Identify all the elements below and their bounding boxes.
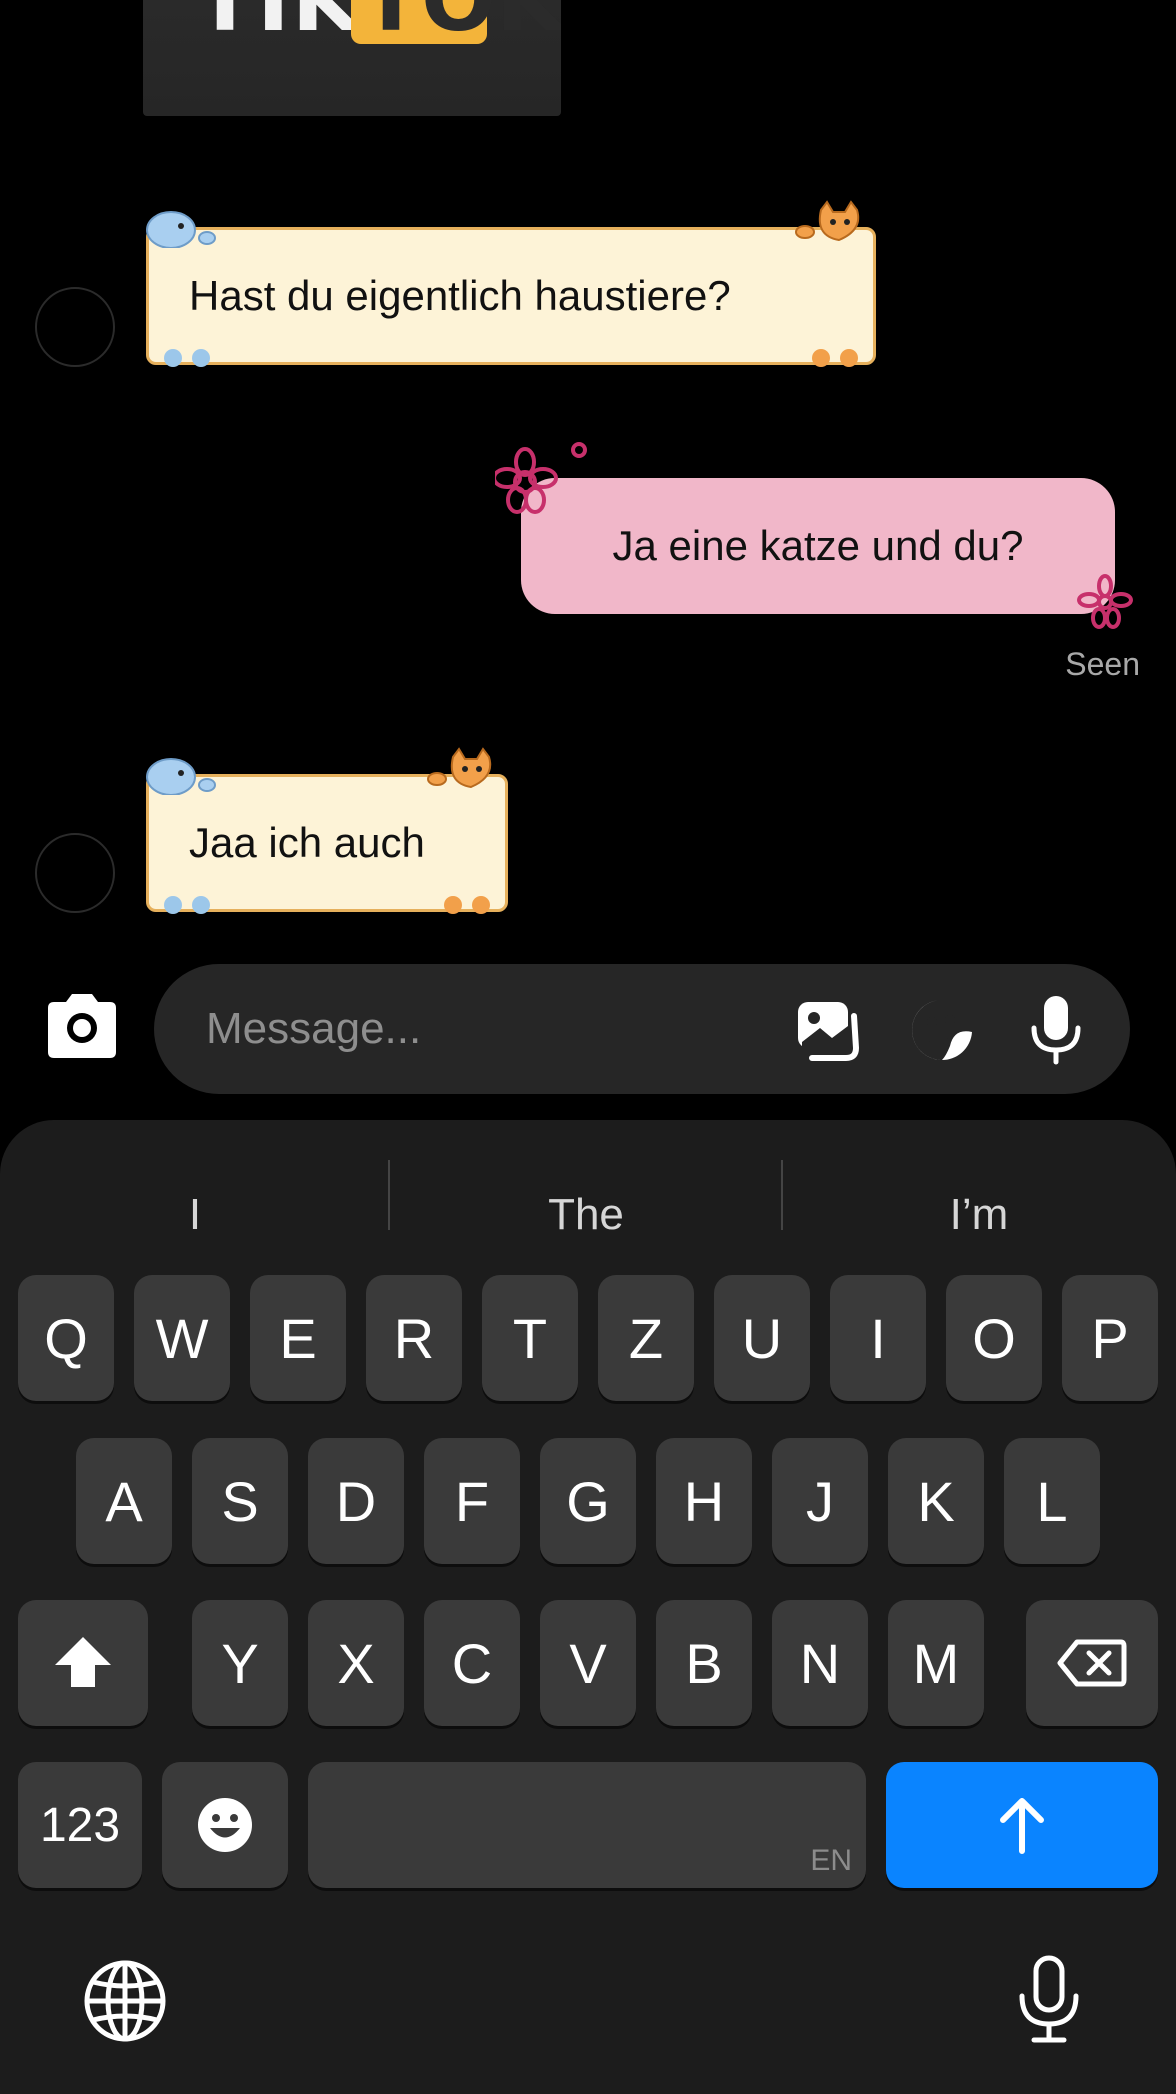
key-j[interactable]: J <box>772 1438 868 1564</box>
key-x[interactable]: X <box>308 1600 404 1726</box>
seen-status: Seen <box>1065 646 1140 682</box>
emoji-key[interactable] <box>162 1762 288 1888</box>
message-text: Hast du eigentlich haustiere? <box>189 272 731 319</box>
key-o[interactable]: O <box>946 1275 1042 1401</box>
paw-prints-icon <box>812 349 858 367</box>
flower-sticker-icon <box>1077 574 1133 629</box>
key-a[interactable]: A <box>76 1438 172 1564</box>
message-composer[interactable]: Message... <box>154 964 1130 1094</box>
key-d[interactable]: D <box>308 1438 404 1564</box>
key-i[interactable]: I <box>830 1275 926 1401</box>
backspace-key[interactable] <box>1026 1600 1158 1726</box>
key-e[interactable]: E <box>250 1275 346 1401</box>
paw-prints-icon <box>164 896 210 914</box>
key-z[interactable]: Z <box>598 1275 694 1401</box>
key-b[interactable]: B <box>656 1600 752 1726</box>
key-v[interactable]: V <box>540 1600 636 1726</box>
emoji-icon <box>198 1798 252 1852</box>
tiktok-logo-text-right: TOK <box>361 0 561 51</box>
avatar[interactable] <box>35 287 115 367</box>
globe-icon[interactable] <box>82 1958 168 2044</box>
arrow-up-icon <box>1000 1798 1044 1854</box>
key-g[interactable]: G <box>540 1438 636 1564</box>
gallery-icon[interactable] <box>794 998 862 1062</box>
key-m[interactable]: M <box>888 1600 984 1726</box>
suggestion-1[interactable]: I <box>0 1160 390 1270</box>
key-n[interactable]: N <box>772 1600 868 1726</box>
received-message-bubble[interactable]: Hast du eigentlich haustiere? <box>146 200 876 367</box>
key-l[interactable]: L <box>1004 1438 1100 1564</box>
tiktok-logo-box: TOK <box>351 0 561 51</box>
suggestion-2[interactable]: The <box>390 1160 782 1270</box>
key-h[interactable]: H <box>656 1438 752 1564</box>
dictation-microphone-icon[interactable] <box>1014 1954 1084 2046</box>
microphone-icon[interactable] <box>1026 994 1086 1066</box>
send-key[interactable] <box>886 1762 1158 1888</box>
paw-prints-icon <box>444 896 490 914</box>
key-k[interactable]: K <box>888 1438 984 1564</box>
message-text: Jaa ich auch <box>189 819 425 866</box>
message-text: Ja eine katze und du? <box>612 522 1024 569</box>
received-message-bubble[interactable]: Jaa ich auch <box>146 747 508 914</box>
key-t[interactable]: T <box>482 1275 578 1401</box>
camera-button[interactable] <box>40 990 124 1064</box>
key-s[interactable]: S <box>192 1438 288 1564</box>
avatar[interactable] <box>35 833 115 913</box>
shift-arrow-icon <box>55 1637 111 1687</box>
tiktok-logo-text-left: TIK <box>195 0 362 51</box>
keyboard: I The I’m Q W E R T Z U I O P A S D F G … <box>0 1120 1176 2094</box>
dog-sticker-icon <box>146 758 216 795</box>
key-c[interactable]: C <box>424 1600 520 1726</box>
flower-sticker-icon <box>495 442 587 514</box>
camera-icon <box>48 994 116 1058</box>
shared-tiktok-image[interactable]: TIK TOK <box>143 0 561 116</box>
key-u[interactable]: U <box>714 1275 810 1401</box>
backspace-icon <box>1057 1639 1127 1687</box>
key-y[interactable]: Y <box>192 1600 288 1726</box>
key-p[interactable]: P <box>1062 1275 1158 1401</box>
message-input[interactable]: Message... <box>206 964 421 1094</box>
key-w[interactable]: W <box>134 1275 230 1401</box>
suggestion-3[interactable]: I’m <box>782 1160 1176 1270</box>
space-key[interactable]: EN <box>308 1762 866 1888</box>
dog-sticker-icon <box>146 211 216 248</box>
key-r[interactable]: R <box>366 1275 462 1401</box>
sticker-icon[interactable] <box>910 998 978 1062</box>
key-q[interactable]: Q <box>18 1275 114 1401</box>
cat-sticker-icon <box>427 747 492 789</box>
shift-key[interactable] <box>18 1600 148 1726</box>
key-f[interactable]: F <box>424 1438 520 1564</box>
sent-message-bubble[interactable]: Ja eine katze und du? <box>495 442 1133 629</box>
numbers-key[interactable]: 123 <box>18 1762 142 1888</box>
keyboard-language-label: EN <box>810 1844 852 1877</box>
paw-prints-icon <box>164 349 210 367</box>
cat-sticker-icon <box>795 200 860 242</box>
